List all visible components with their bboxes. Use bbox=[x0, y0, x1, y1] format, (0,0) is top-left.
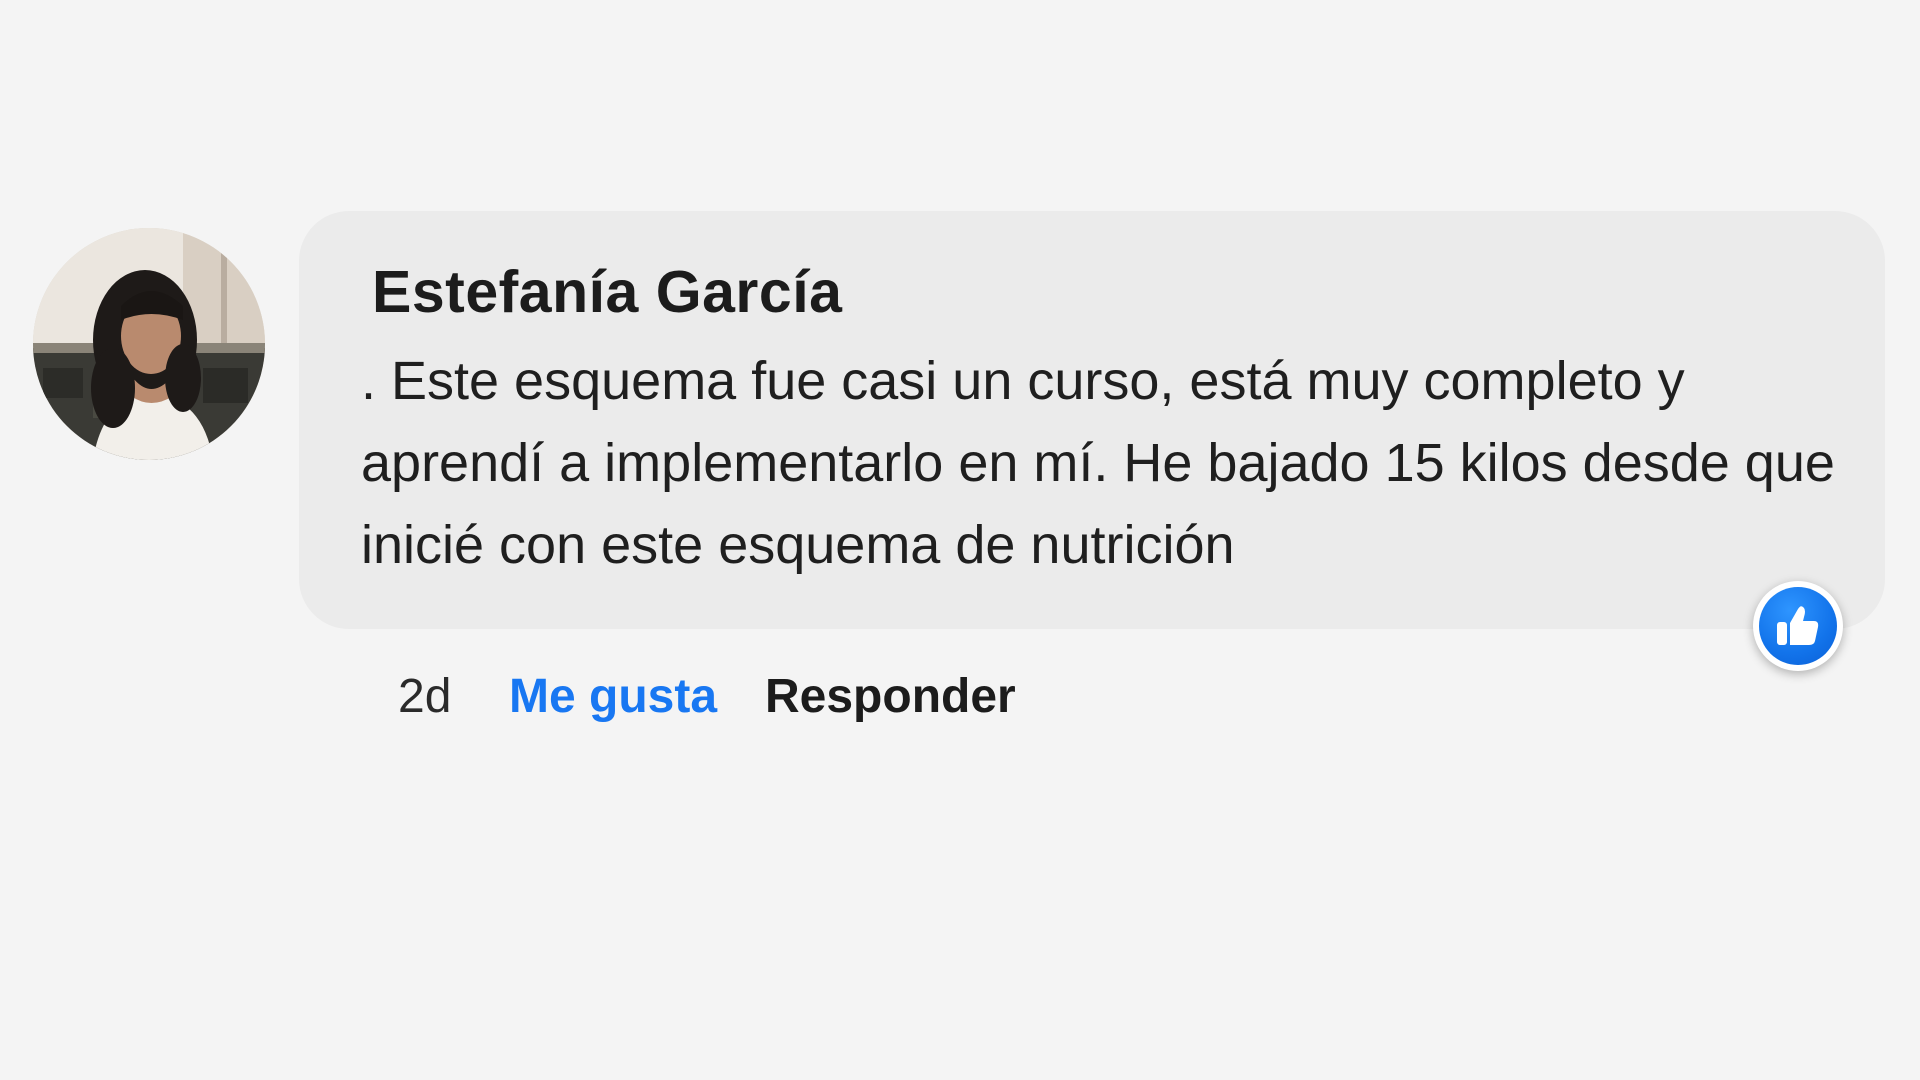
comment-page: Estefanía García . Este esquema fue casi… bbox=[0, 0, 1920, 1080]
comment-text: . Este esquema fue casi un curso, está m… bbox=[361, 351, 1835, 575]
reaction-badge-fill bbox=[1759, 587, 1837, 665]
comment-author[interactable]: Estefanía García bbox=[372, 258, 842, 326]
reply-button[interactable]: Responder bbox=[765, 662, 1016, 732]
avatar[interactable] bbox=[33, 228, 265, 460]
comment-timestamp[interactable]: 2d bbox=[398, 662, 451, 732]
thumbs-up-icon bbox=[1777, 606, 1819, 645]
like-button[interactable]: Me gusta bbox=[509, 662, 717, 732]
avatar-photo bbox=[33, 228, 265, 460]
reaction-badge[interactable] bbox=[1753, 581, 1843, 671]
